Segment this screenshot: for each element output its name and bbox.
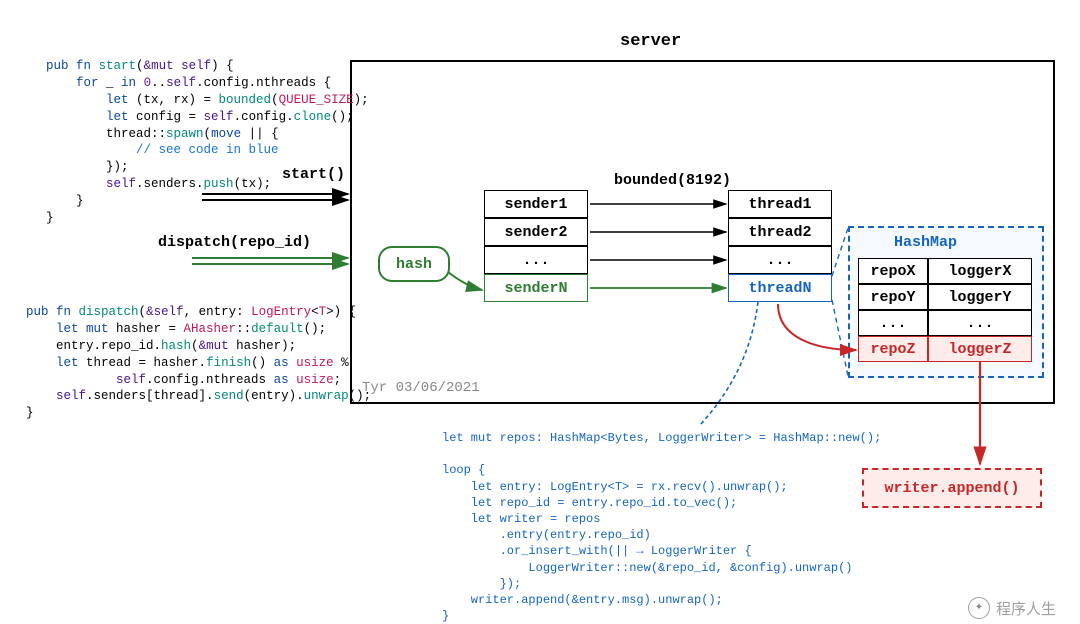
- dispatch-call-label: dispatch(repo_id): [158, 234, 311, 251]
- code-dispatch-fn: pub fn dispatch(&self, entry: LogEntry<T…: [26, 304, 371, 422]
- thread-ellipsis-box: ...: [728, 246, 832, 274]
- repoZ-box: repoZ: [858, 336, 928, 362]
- threadN-box: threadN: [728, 274, 832, 302]
- loggerX-box: loggerX: [928, 258, 1032, 284]
- senderN-box: senderN: [484, 274, 588, 302]
- server-title: server: [620, 32, 681, 51]
- bounded-label: bounded(8192): [614, 172, 731, 189]
- thread1-box: thread1: [728, 190, 832, 218]
- thread2-box: thread2: [728, 218, 832, 246]
- repoX-box: repoX: [858, 258, 928, 284]
- code-start-fn: pub fn start(&mut self) { for _ in 0..se…: [46, 58, 369, 227]
- repo-ellipsis-box: ...: [858, 310, 928, 336]
- watermark: ✦ 程序人生: [968, 597, 1056, 619]
- hash-box: hash: [378, 246, 450, 282]
- attribution-label: Tyr 03/06/2021: [362, 380, 480, 396]
- hashmap-title: HashMap: [894, 234, 957, 251]
- watermark-text: 程序人生: [996, 598, 1056, 619]
- sender1-box: sender1: [484, 190, 588, 218]
- repoY-box: repoY: [858, 284, 928, 310]
- code-thread-loop: let mut repos: HashMap<Bytes, LoggerWrit…: [442, 430, 881, 624]
- wechat-icon: ✦: [968, 597, 990, 619]
- sender-ellipsis-box: ...: [484, 246, 588, 274]
- writer-append-box: writer.append(): [862, 468, 1042, 508]
- loggerZ-box: loggerZ: [928, 336, 1032, 362]
- logger-ellipsis-box: ...: [928, 310, 1032, 336]
- loggerY-box: loggerY: [928, 284, 1032, 310]
- sender2-box: sender2: [484, 218, 588, 246]
